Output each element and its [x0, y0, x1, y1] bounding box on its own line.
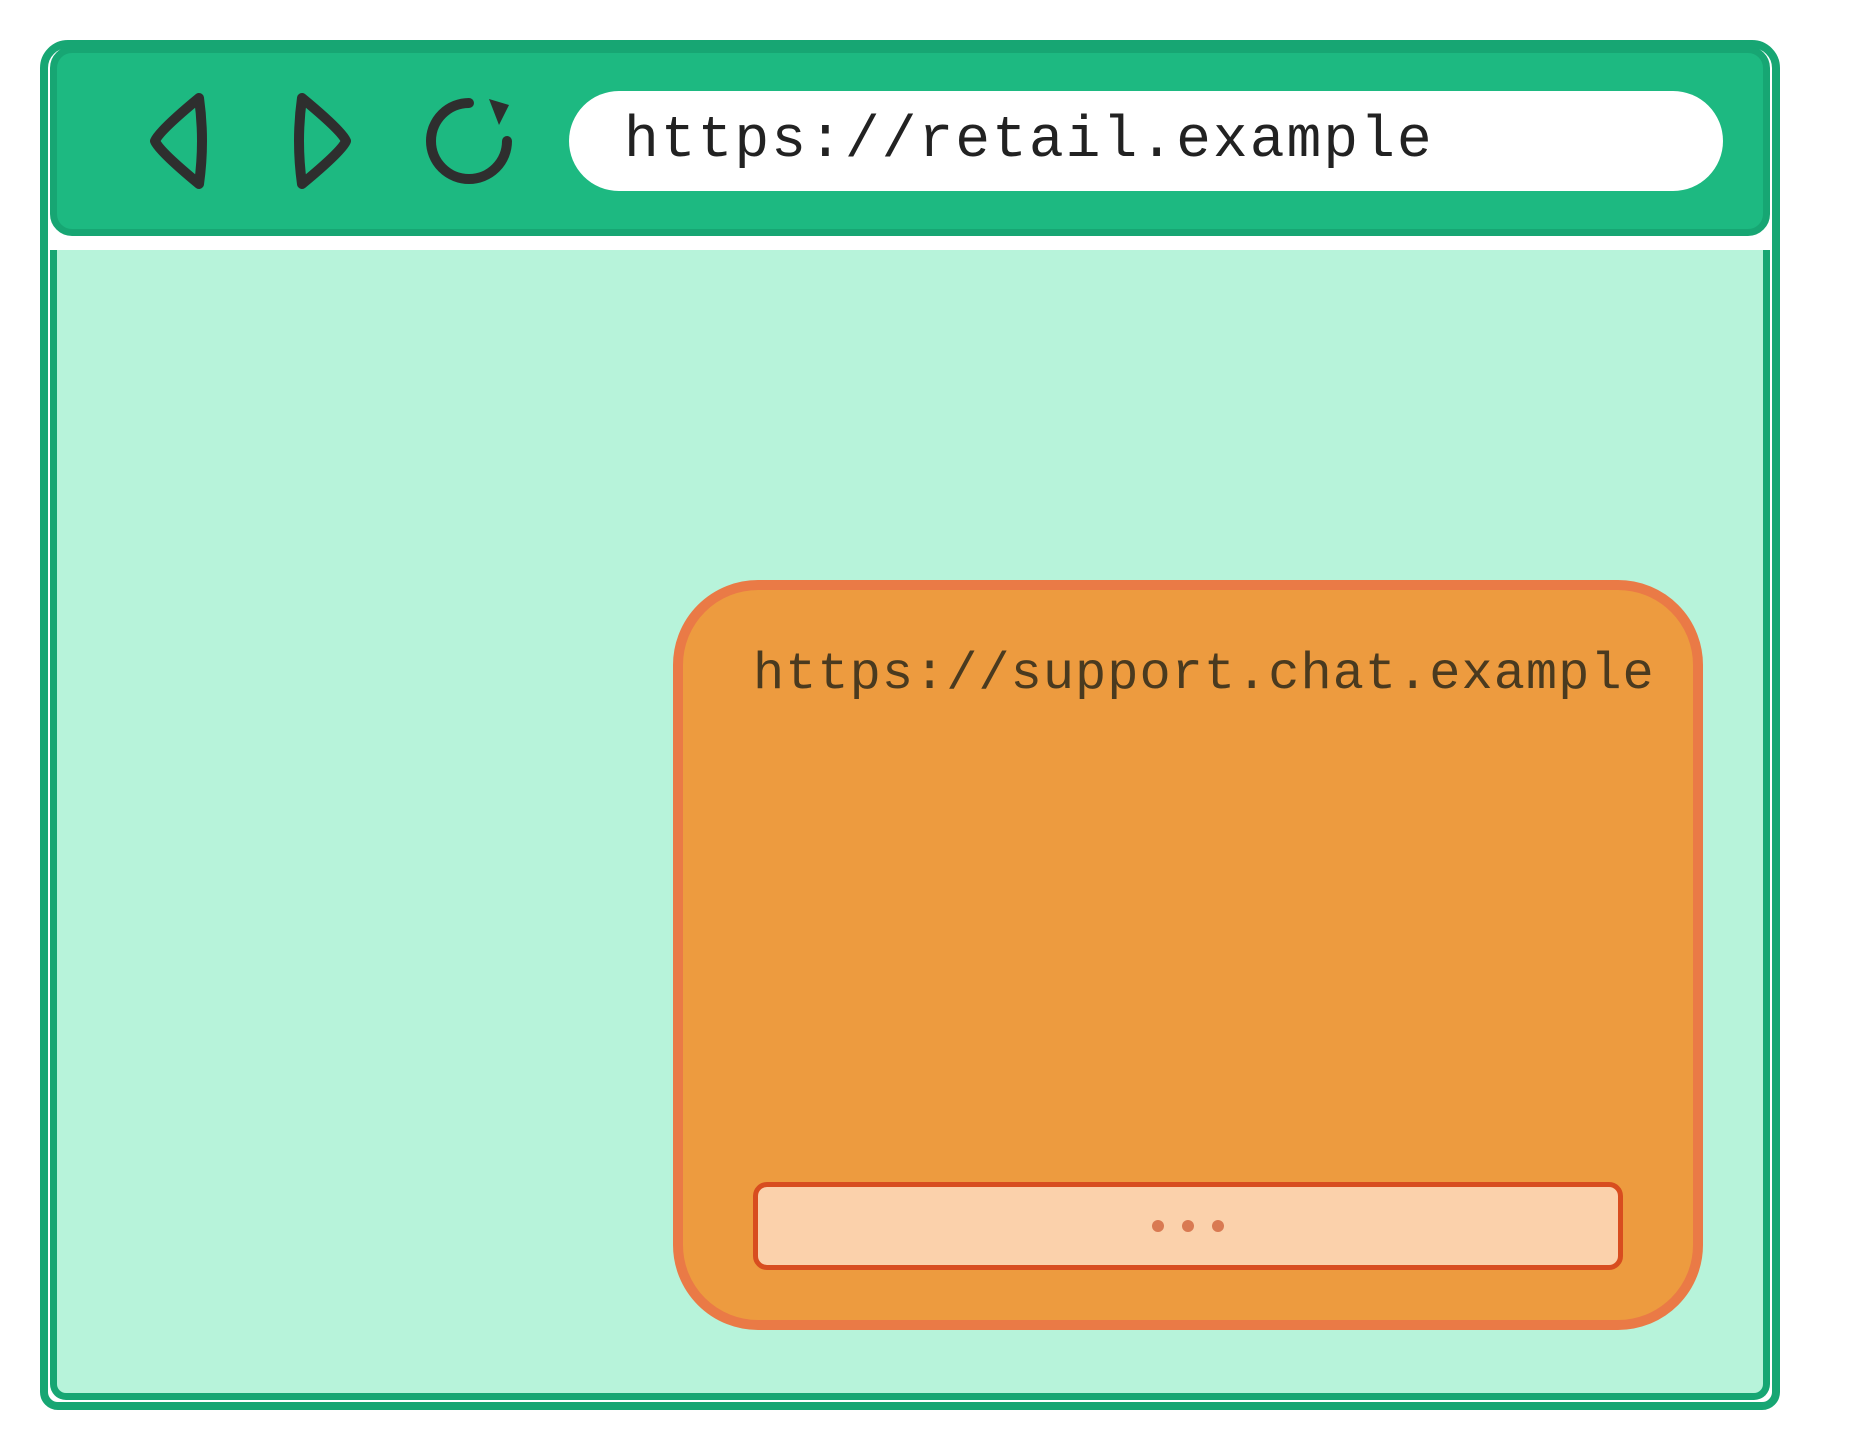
back-icon	[137, 86, 223, 196]
nav-button-group	[137, 86, 519, 196]
page-viewport: https://support.chat.example	[50, 250, 1770, 1400]
forward-icon	[278, 86, 364, 196]
chat-input[interactable]	[753, 1182, 1623, 1270]
typing-dot-icon	[1212, 1220, 1224, 1232]
address-bar[interactable]: https://retail.example	[569, 91, 1723, 191]
address-bar-text: https://retail.example	[624, 109, 1434, 174]
browser-toolbar: https://retail.example	[50, 46, 1770, 236]
reload-icon	[419, 91, 519, 191]
chat-widget-frame: https://support.chat.example	[673, 580, 1703, 1330]
typing-dot-icon	[1152, 1220, 1164, 1232]
forward-button[interactable]	[278, 86, 364, 196]
typing-dot-icon	[1182, 1220, 1194, 1232]
browser-window: https://retail.example https://support.c…	[40, 40, 1780, 1410]
back-button[interactable]	[137, 86, 223, 196]
reload-button[interactable]	[419, 91, 519, 191]
chat-widget-origin-label: https://support.chat.example	[753, 645, 1623, 704]
